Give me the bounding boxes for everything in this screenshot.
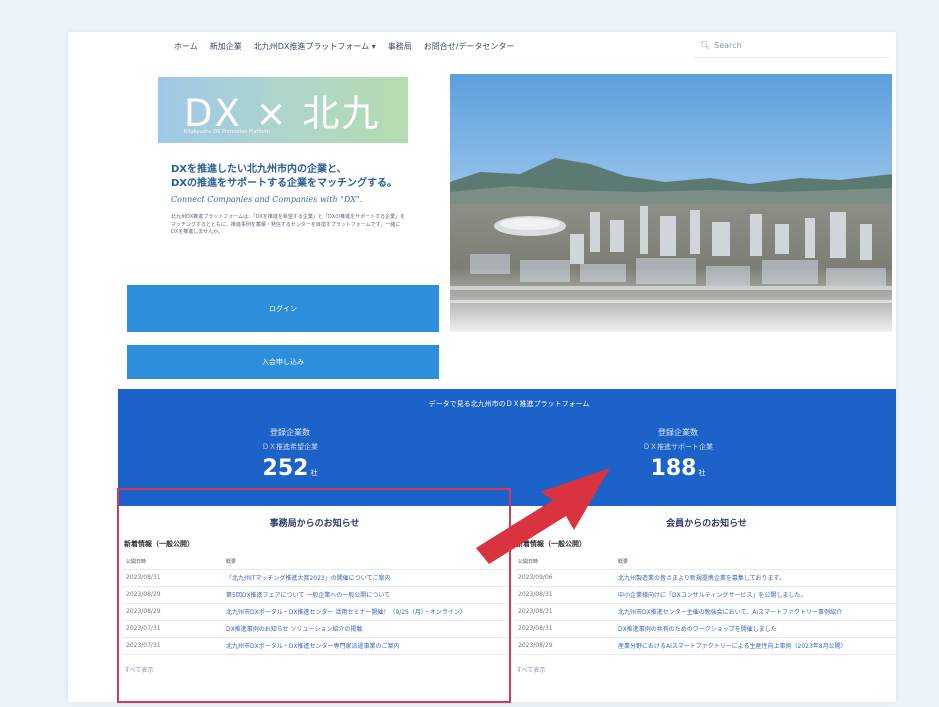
row-link[interactable]: 北九州製造業の皆さまより新規提携企業を募集しております。 bbox=[614, 569, 896, 587]
hero-description: 北九州DX推進プラットフォームは、「DXを推進を希望する企業」と「DXの推進をサ… bbox=[171, 214, 406, 235]
table-row[interactable]: 2023/09/06 北九州製造業の皆さまより新規提携企業を募集しております。 bbox=[514, 569, 896, 587]
headline-line-1: DXを推進したい北九州市内の企業と、 bbox=[171, 164, 347, 175]
row-link[interactable]: 中小企業様向けに「DXコンサルティングサービス」を公開しました。 bbox=[614, 586, 896, 604]
stat-left-sub: ＤＸ推進希望企業 bbox=[262, 443, 318, 451]
table-row[interactable]: 2023/08/31 DX推進事例の共有のためのワークショップを開催しました bbox=[514, 620, 896, 638]
row-link[interactable]: 北九州市DX推進センター主催の勉強会において、AIスマートファクトリー事例紹介 bbox=[614, 603, 896, 621]
nav-home[interactable]: ホーム bbox=[174, 41, 198, 52]
nav-contact[interactable]: お問合せ/データセンター bbox=[424, 41, 515, 52]
row-date: 2023/08/31 bbox=[514, 620, 614, 638]
nav-companies[interactable]: 新加企業 bbox=[210, 41, 242, 52]
member-news-more-link[interactable]: すべて表示 bbox=[516, 665, 896, 674]
highlight-box bbox=[117, 488, 511, 703]
headline-line-2: DXの推進をサポートする企業をマッチングする。 bbox=[171, 178, 398, 189]
nav-office[interactable]: 事務局 bbox=[388, 41, 412, 52]
stat-right-unit: 社 bbox=[698, 469, 706, 477]
table-row[interactable]: 2023/08/31 中小企業様向けに「DXコンサルティングサービス」を公開しまし… bbox=[514, 586, 896, 604]
stat-right-number: 188 bbox=[650, 456, 697, 481]
site-logo[interactable]: DX × 北九州 Kitakyushu DX Promotion Platfor… bbox=[158, 77, 408, 189]
hero-tagline: Connect Companies and Companies with "DX… bbox=[171, 195, 363, 204]
member-news: 会員からのお知らせ 新着情報（一般公開） 公開日時 概要 2023/09/06 北… bbox=[510, 510, 896, 700]
member-news-subheading: 新着情報（一般公開） bbox=[516, 540, 586, 548]
search-icon: 🔍︎ bbox=[700, 41, 711, 50]
member-news-table: 公開日時 概要 2023/09/06 北九州製造業の皆さまより新規提携企業を募集し… bbox=[514, 555, 896, 655]
table-row[interactable]: 2023/08/31 北九州市DX推進センター主催の勉強会において、AIスマートフ… bbox=[514, 603, 896, 621]
stats-title: データで見る北九州市のＤＸ推進プラットフォーム bbox=[428, 400, 590, 408]
col-date: 公開日時 bbox=[514, 555, 614, 570]
stat-left-number: 252 bbox=[262, 456, 309, 481]
search-area: 🔍︎ Search bbox=[700, 41, 742, 50]
row-link[interactable]: DX推進事例の共有のためのワークショップを開催しました bbox=[614, 620, 896, 638]
stat-supporters: 登録企業数 ＤＸ推進サポート企業 188 社 bbox=[588, 427, 768, 481]
stat-right-sub: ＤＸ推進サポート企業 bbox=[643, 443, 713, 451]
search-placeholder[interactable]: Search bbox=[714, 41, 741, 50]
login-button[interactable]: ログイン bbox=[127, 285, 439, 332]
table-header: 公開日時 概要 bbox=[514, 555, 896, 570]
stat-support-seekers: 登録企業数 ＤＸ推進希望企業 252 社 bbox=[200, 427, 380, 481]
row-date: 2023/08/31 bbox=[514, 603, 614, 621]
stat-right-value: 188 社 bbox=[588, 456, 768, 481]
logo-subtitle: Kitakyushu DX Promotion Platform bbox=[184, 129, 271, 135]
member-news-heading: 会員からのお知らせ bbox=[666, 519, 747, 529]
stat-left-label: 登録企業数 bbox=[270, 428, 310, 437]
table-row[interactable]: 2023/08/29 産業分野におけるAIスマートファクトリーによる生産性向上事例… bbox=[514, 637, 896, 655]
row-date: 2023/08/31 bbox=[514, 586, 614, 604]
stat-right-label: 登録企業数 bbox=[658, 428, 698, 437]
hero-headline: DXを推進したい北九州市内の企業と、 DXの推進をサポートする企業をマッチングす… bbox=[171, 163, 411, 191]
row-date: 2023/08/29 bbox=[514, 637, 614, 655]
stat-left-unit: 社 bbox=[310, 469, 318, 477]
join-button[interactable]: 入会申し込み bbox=[127, 345, 439, 379]
city-photo bbox=[450, 74, 892, 332]
nav-platform-dropdown[interactable]: 北九州DX推進プラットフォーム ▾ bbox=[254, 41, 376, 52]
col-title: 概要 bbox=[614, 555, 896, 570]
top-nav: ホーム 新加企業 北九州DX推進プラットフォーム ▾ 事務局 お問合せ/データセ… bbox=[68, 32, 896, 62]
row-link[interactable]: 産業分野におけるAIスマートファクトリーによる生産性向上事例（2023年8月公開… bbox=[614, 637, 896, 655]
row-date: 2023/09/06 bbox=[514, 569, 614, 587]
stat-left-value: 252 社 bbox=[200, 456, 380, 481]
